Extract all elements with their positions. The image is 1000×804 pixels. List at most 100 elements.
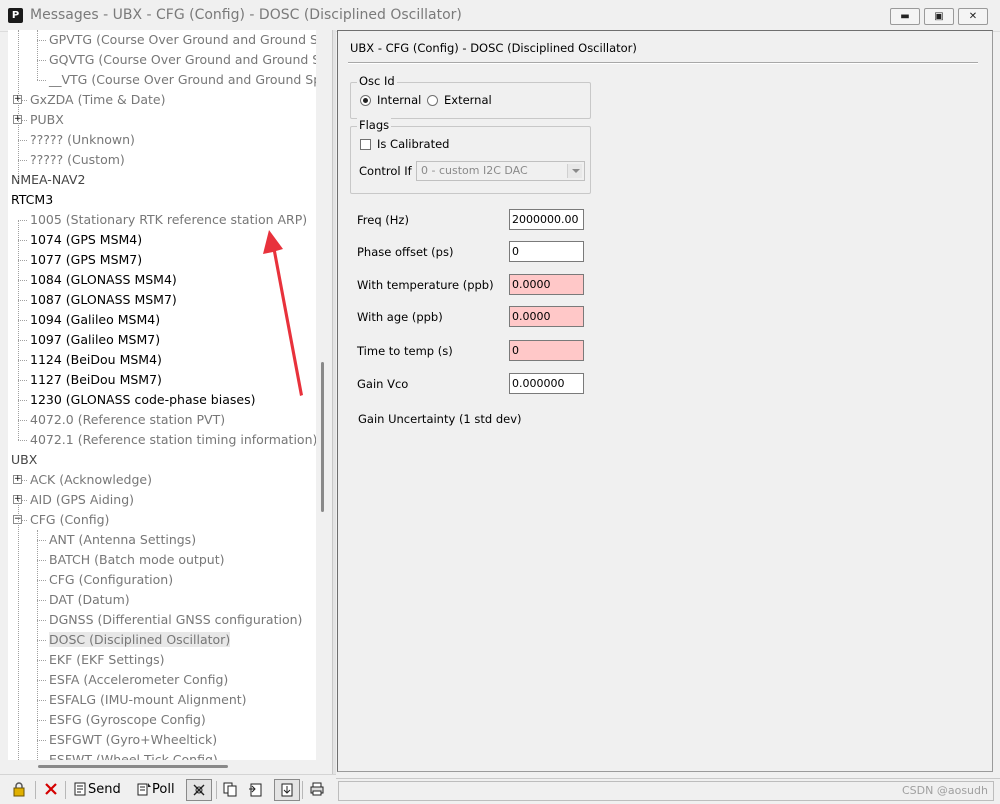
tree-item[interactable]: 4072.0 (Reference station PVT) [30, 410, 225, 430]
tree-item[interactable]: 1084 (GLONASS MSM4) [30, 270, 177, 290]
tree-item-label: ESFGWT (Gyro+Wheeltick) [49, 732, 218, 747]
tree-item-label: RTCM3 [11, 192, 54, 207]
field-input[interactable]: 0 [509, 340, 584, 361]
tree-item[interactable]: ESFG (Gyroscope Config) [49, 710, 206, 730]
maximize-icon: ▣ [934, 11, 944, 22]
tree-item[interactable]: NMEA-NAV2 [11, 170, 85, 190]
tree-connector [37, 60, 46, 61]
control-if-select[interactable]: 0 - custom I2C DAC [416, 161, 585, 181]
tree-connector [18, 160, 27, 161]
tree-item[interactable]: 1087 (GLONASS MSM7) [30, 290, 177, 310]
tree-connector [37, 580, 46, 581]
tree-scroll-thumb[interactable] [321, 362, 324, 512]
tree-hscroll-thumb[interactable] [38, 765, 228, 768]
is-calibrated-checkbox[interactable] [360, 139, 371, 150]
tree-item[interactable]: ????? (Custom) [30, 150, 125, 170]
message-tree[interactable]: GPVTG (Course Over Ground and Ground Spe… [8, 30, 316, 760]
tree-item[interactable]: ESFWT (Wheel Tick Config) [49, 750, 218, 760]
tree-item[interactable]: GxZDA (Time & Date) [30, 90, 166, 110]
toolbar-separator [216, 781, 217, 799]
field-input[interactable]: 0 [509, 241, 584, 262]
tree-item-label: 1005 (Stationary RTK reference station A… [30, 212, 308, 227]
toolbar-separator [302, 781, 303, 799]
tree-item[interactable]: 1005 (Stationary RTK reference station A… [30, 210, 307, 230]
tree-item[interactable]: 1230 (GLONASS code-phase biases) [30, 390, 255, 410]
osc-id-external-label: External [444, 93, 492, 107]
field-input[interactable]: 0.000000 [509, 373, 584, 394]
print-button[interactable] [309, 779, 325, 801]
send-button[interactable]: Send [72, 779, 121, 801]
tree-item[interactable]: RTCM3 [11, 190, 53, 210]
lock-button[interactable] [11, 779, 27, 801]
tree-item[interactable]: CFG (Configuration) [49, 570, 173, 590]
tree-item-label: CFG (Configuration) [49, 572, 174, 587]
tree-item[interactable]: GPVTG (Course Over Ground and Ground Spe [49, 30, 316, 50]
toolbar-separator [65, 781, 66, 799]
tree-item[interactable]: 4072.1 (Reference station timing informa… [30, 430, 316, 450]
minimize-button[interactable]: ▬ [890, 8, 920, 25]
tree-vertical-scrollbar[interactable] [316, 30, 332, 760]
tree-item-label: ESFG (Gyroscope Config) [49, 712, 206, 727]
flags-group: Flags Is Calibrated Control If 0 - custo… [350, 118, 591, 194]
poll-button[interactable]: Poll [136, 779, 175, 801]
tree-item-label: ANT (Antenna Settings) [49, 532, 197, 547]
tree-item[interactable]: ACK (Acknowledge) [30, 470, 152, 490]
tree-connector [37, 560, 46, 561]
tree-connector [18, 260, 27, 261]
tree-item[interactable]: ESFGWT (Gyro+Wheeltick) [49, 730, 217, 750]
tree-item[interactable]: ANT (Antenna Settings) [49, 530, 196, 550]
tree-item-label: ESFALG (IMU-mount Alignment) [49, 692, 247, 707]
osc-id-external-radio[interactable] [427, 95, 438, 106]
app-icon: P [8, 8, 23, 23]
maximize-button[interactable]: ▣ [924, 8, 954, 25]
tree-item[interactable]: __VTG (Course Over Ground and Ground Spe… [49, 70, 316, 90]
close-button[interactable]: ✕ [958, 8, 988, 25]
tree-item[interactable]: 1124 (BeiDou MSM4) [30, 350, 162, 370]
delete-button[interactable] [43, 779, 59, 801]
tree-item[interactable]: 1074 (GPS MSM4) [30, 230, 142, 250]
tree-item[interactable]: 1127 (BeiDou MSM7) [30, 370, 162, 390]
paste-button[interactable] [248, 779, 264, 801]
tree-item-label: ????? (Unknown) [30, 132, 135, 147]
auto-poll-icon [193, 784, 205, 795]
tree-item-label: 1074 (GPS MSM4) [30, 232, 143, 247]
tree-item[interactable]: EKF (EKF Settings) [49, 650, 165, 670]
tree-connector [18, 360, 27, 361]
tree-connector [37, 640, 46, 641]
tree-item[interactable]: ESFA (Accelerometer Config) [49, 670, 228, 690]
osc-id-internal-radio[interactable] [360, 95, 371, 106]
tree-item-label: DOSC (Disciplined Oscillator) [49, 632, 231, 647]
pane-splitter[interactable] [332, 30, 336, 774]
tree-item[interactable]: BATCH (Batch mode output) [49, 550, 224, 570]
osc-id-group: Osc Id Internal External [350, 74, 591, 119]
expand-icon[interactable]: + [13, 475, 22, 484]
tree-item-label: 1084 (GLONASS MSM4) [30, 272, 177, 287]
tree-item[interactable]: CFG (Config) [30, 510, 109, 530]
field-input[interactable]: 0.0000 [509, 306, 584, 327]
field-input[interactable]: 2000000.00 [509, 209, 584, 230]
tree-item[interactable]: 1077 (GPS MSM7) [30, 250, 142, 270]
title-divider [348, 62, 978, 64]
tree-item-label: GxZDA (Time & Date) [30, 92, 166, 107]
tree-horizontal-scrollbar[interactable] [8, 760, 316, 772]
auto-poll-button[interactable] [186, 779, 212, 801]
tree-item[interactable]: 1097 (Galileo MSM7) [30, 330, 160, 350]
window-title: Messages - UBX - CFG (Config) - DOSC (Di… [30, 7, 462, 23]
tree-item[interactable]: UBX [11, 450, 37, 470]
print-icon [310, 782, 324, 795]
copy-button[interactable] [222, 779, 238, 801]
save-button[interactable] [274, 779, 300, 801]
tree-item[interactable]: GQVTG (Course Over Ground and Ground Sp [49, 50, 316, 70]
field-input[interactable]: 0.0000 [509, 274, 584, 295]
control-if-label: Control If [359, 164, 412, 178]
tree-item[interactable]: DOSC (Disciplined Oscillator) [49, 630, 231, 650]
tree-item[interactable]: DAT (Datum) [49, 590, 130, 610]
tree-item[interactable]: ????? (Unknown) [30, 130, 135, 150]
tree-item[interactable]: AID (GPS Aiding) [30, 490, 134, 510]
tree-item[interactable]: PUBX [30, 110, 64, 130]
tree-item[interactable]: 1094 (Galileo MSM4) [30, 310, 160, 330]
tree-connector [18, 140, 27, 141]
tree-item[interactable]: DGNSS (Differential GNSS configuration) [49, 610, 302, 630]
tree-item[interactable]: ESFALG (IMU-mount Alignment) [49, 690, 247, 710]
title-bar: P Messages - UBX - CFG (Config) - DOSC (… [0, 0, 1000, 32]
